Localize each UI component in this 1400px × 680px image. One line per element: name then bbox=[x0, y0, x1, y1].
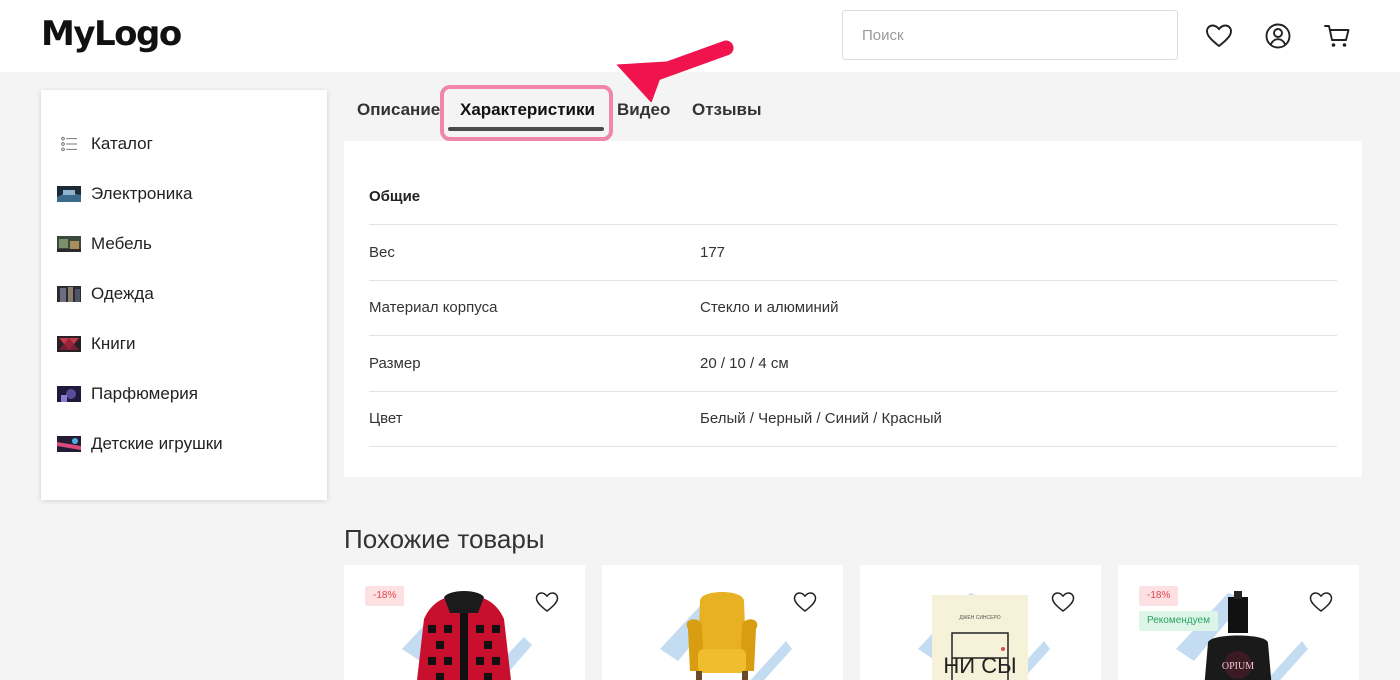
heart-icon[interactable] bbox=[1205, 22, 1233, 50]
spec-row: Цвет Белый / Черный / Синий / Красный bbox=[369, 391, 1337, 447]
hoodie-image bbox=[402, 591, 532, 680]
recommended-badge: Рекомендуем bbox=[1139, 611, 1218, 631]
sidebar-item-books[interactable]: Книги bbox=[57, 329, 311, 359]
sidebar-item-electronics[interactable]: Электроника bbox=[57, 179, 311, 209]
discount-badge: -18% bbox=[365, 586, 405, 606]
heart-icon[interactable] bbox=[1309, 591, 1333, 613]
spec-key: Вес bbox=[369, 244, 395, 261]
spec-value: 177 bbox=[700, 244, 726, 261]
sidebar-item-label: Мебель bbox=[91, 234, 152, 253]
list-icon bbox=[61, 136, 77, 152]
cart-icon[interactable] bbox=[1323, 22, 1351, 50]
books-thumb bbox=[57, 336, 81, 352]
search-input[interactable] bbox=[842, 10, 1178, 60]
sidebar-item-toys[interactable]: Детские игрушки bbox=[57, 429, 311, 459]
spec-key: Цвет bbox=[369, 410, 403, 427]
book-author: ДЖЕН СИНСЕРО bbox=[959, 615, 1000, 621]
product-card[interactable] bbox=[602, 565, 843, 680]
spec-value: Стекло и алюминий bbox=[700, 299, 839, 316]
category-sidebar: Каталог Электроника Мебель Одежда Книги … bbox=[41, 90, 327, 500]
sidebar-item-furniture[interactable]: Мебель bbox=[57, 229, 311, 259]
sidebar-item-label: Детские игрушки bbox=[91, 434, 223, 453]
sidebar-item-label: Электроника bbox=[91, 184, 193, 203]
heart-icon[interactable] bbox=[535, 591, 559, 613]
heart-icon[interactable] bbox=[793, 591, 817, 613]
product-card[interactable]: ДЖЕН СИНСЕРО НИ СЫ bbox=[860, 565, 1101, 680]
spec-group-row: Общие bbox=[369, 169, 1337, 225]
sidebar-item-label: Одежда bbox=[91, 284, 154, 303]
discount-badge: -18% bbox=[1139, 586, 1179, 606]
spec-value: 20 / 10 / 4 см bbox=[700, 355, 789, 372]
perfume-thumb bbox=[57, 386, 81, 402]
spec-row: Материал корпуса Стекло и алюминий bbox=[369, 280, 1337, 336]
heart-icon[interactable] bbox=[1051, 591, 1075, 613]
user-icon[interactable] bbox=[1264, 22, 1292, 50]
product-card[interactable]: OPIUM -18% Рекомендуем bbox=[1118, 565, 1359, 680]
pointer-arrow-icon bbox=[616, 40, 734, 102]
furniture-thumb bbox=[57, 236, 81, 252]
sidebar-item-clothes[interactable]: Одежда bbox=[57, 279, 311, 309]
sidebar-item-label: Книги bbox=[91, 334, 136, 353]
clothes-thumb bbox=[57, 286, 81, 302]
spec-key: Материал корпуса bbox=[369, 299, 498, 316]
logo[interactable]: MyLogo bbox=[41, 14, 182, 54]
electronics-thumb bbox=[57, 186, 81, 202]
spec-value: Белый / Черный / Синий / Красный bbox=[700, 410, 942, 427]
toys-thumb bbox=[57, 436, 81, 452]
sidebar-item-perfume[interactable]: Парфюмерия bbox=[57, 379, 311, 409]
spec-key: Размер bbox=[369, 355, 421, 372]
similar-products-title: Похожие товары bbox=[344, 524, 545, 554]
spec-row: Вес 177 bbox=[369, 225, 1337, 281]
spec-row: Размер 20 / 10 / 4 см bbox=[369, 336, 1337, 392]
product-card[interactable]: -18% bbox=[344, 565, 585, 680]
specs-panel: Общие Вес 177 Материал корпуса Стекло и … bbox=[344, 141, 1362, 477]
sidebar-item-label: Каталог bbox=[91, 134, 153, 153]
sidebar-item-catalog[interactable]: Каталог bbox=[57, 129, 311, 159]
perfume-label: OPIUM bbox=[1222, 661, 1254, 672]
sidebar-item-label: Парфюмерия bbox=[91, 384, 198, 403]
book-title: НИ СЫ bbox=[943, 653, 1016, 678]
highlight-annotation bbox=[440, 85, 613, 141]
spec-group-title: Общие bbox=[369, 188, 421, 205]
armchair-image bbox=[660, 592, 792, 680]
book-image: ДЖЕН СИНСЕРО НИ СЫ bbox=[918, 593, 1050, 680]
tab-description[interactable]: Описание bbox=[357, 90, 440, 130]
